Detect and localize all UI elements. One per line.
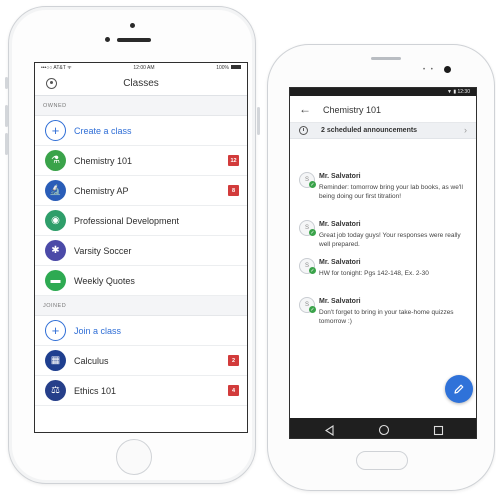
plus-icon: + [45,120,66,141]
author-avatar: S ✓ [299,258,316,274]
android-home-button[interactable] [356,451,408,470]
join-class-button[interactable]: + Join a class [35,316,247,346]
earpiece-speaker [117,38,151,42]
class-list-item[interactable]: ▬ Weekly Quotes [35,266,247,296]
volume-down-button [5,133,8,155]
author-name: Mr. Salvatori [319,221,361,228]
pencil-icon [454,384,464,394]
notification-badge: 4 [228,385,239,396]
page-title: Classes [123,78,159,89]
class-list-item[interactable]: ✱ Varsity Soccer [35,236,247,266]
author-name: Mr. Salvatori [319,259,361,266]
gear-icon: ✱ [45,240,66,261]
class-name-label: Professional Development [74,216,180,226]
scales-icon: ⚖ [45,380,66,401]
author-avatar: S ✓ [299,220,316,236]
author-name: Mr. Salvatori [319,173,361,180]
class-name-label: Varsity Soccer [74,246,132,256]
class-list-item[interactable]: ⚗ Chemistry 101 12 [35,146,247,176]
class-name-label: Create a class [74,126,132,136]
android-device: • • ▼ ▮ 12:30 ← Chemistry 101 2 schedule… [267,44,495,491]
battery-percent: 100% [216,64,229,71]
iphone-device: •••○○ AT&T ᯤ 12:00 AM 100% Classes OWNED… [5,6,260,484]
scheduled-announcements-banner[interactable]: 2 scheduled announcements › [290,123,476,139]
home-button[interactable] [116,439,152,475]
author-avatar: S ✓ [299,297,316,313]
toolbar: ← Chemistry 101 [290,96,476,123]
proximity-sensor-icon [105,37,110,42]
front-camera-icon [130,23,135,28]
announcement-text: Don't forget to bring in your take-home … [319,309,454,325]
iphone-screen: •••○○ AT&T ᯤ 12:00 AM 100% Classes OWNED… [34,62,248,433]
notification-badge: 2 [228,355,239,366]
profile-icon[interactable] [46,78,57,89]
android-nav-bar [290,418,476,438]
section-header-joined: JOINED [35,296,247,316]
class-list-item[interactable]: ▦ Calculus 2 [35,346,247,376]
recents-square-icon[interactable] [433,423,444,438]
home-circle-icon[interactable] [378,423,390,438]
class-name-label: Ethics 101 [74,386,117,396]
ios-status-bar: •••○○ AT&T ᯤ 12:00 AM 100% [35,63,247,72]
mute-switch [5,77,8,89]
announcement-text: Great job today guys! Your responses wer… [319,232,461,248]
globe-icon: ◉ [45,210,66,231]
battery-indicator: 100% [216,65,241,71]
android-status-bar: ▼ ▮ 12:30 [290,88,476,96]
class-list-item[interactable]: ⚖ Ethics 101 4 [35,376,247,406]
create-class-button[interactable]: + Create a class [35,116,247,146]
plus-icon: + [45,320,66,341]
class-name-label: Join a class [74,326,122,336]
class-list: OWNED + Create a class ⚗ Chemistry 101 12 🔬 Che… [35,96,247,406]
scheduled-announcements-label: 2 scheduled announcements [321,127,418,134]
class-name-label: Chemistry 101 [74,156,133,166]
status-time: 12:00 AM [133,64,155,71]
compose-fab-button[interactable] [445,375,473,403]
check-icon: ✓ [309,267,316,274]
android-screen: ▼ ▮ 12:30 ← Chemistry 101 2 scheduled an… [289,87,477,439]
chevron-right-icon: › [464,125,467,135]
check-icon: ✓ [309,229,316,236]
battery-icon [231,65,241,70]
announcement-text: HW for tonight: Pgs 142-148, Ex. 2-30 [319,270,429,277]
toolbar-title: Chemistry 101 [323,105,382,115]
earpiece-speaker [371,57,401,60]
check-icon: ✓ [309,181,316,188]
flask-icon: ⚗ [45,150,66,171]
author-name: Mr. Salvatori [319,298,361,305]
class-list-item[interactable]: ◉ Professional Development [35,206,247,236]
volume-up-button [5,105,8,127]
author-avatar: S ✓ [299,172,316,188]
section-header-owned: OWNED [35,96,247,116]
navigation-bar: Classes [35,72,247,96]
class-name-label: Calculus [74,356,109,366]
clock-icon [299,126,308,135]
class-name-label: Chemistry AP [74,186,129,196]
power-button [257,107,260,135]
back-triangle-icon[interactable] [324,423,335,438]
announcement-text: Reminder: tomorrow bring your lab books,… [319,184,463,200]
microscope-icon: 🔬 [45,180,66,201]
carrier-signal: •••○○ AT&T ᯤ [41,64,72,71]
notification-badge: 8 [228,185,239,196]
notification-badge: 12 [228,155,239,166]
sensor-dots: • • [423,67,435,73]
calculator-icon: ▦ [45,350,66,371]
class-list-item[interactable]: 🔬 Chemistry AP 8 [35,176,247,206]
front-camera-icon [444,66,451,73]
check-icon: ✓ [309,306,316,313]
chat-icon: ▬ [45,270,66,291]
class-name-label: Weekly Quotes [74,276,135,286]
arrow-back-icon[interactable]: ← [299,102,311,116]
